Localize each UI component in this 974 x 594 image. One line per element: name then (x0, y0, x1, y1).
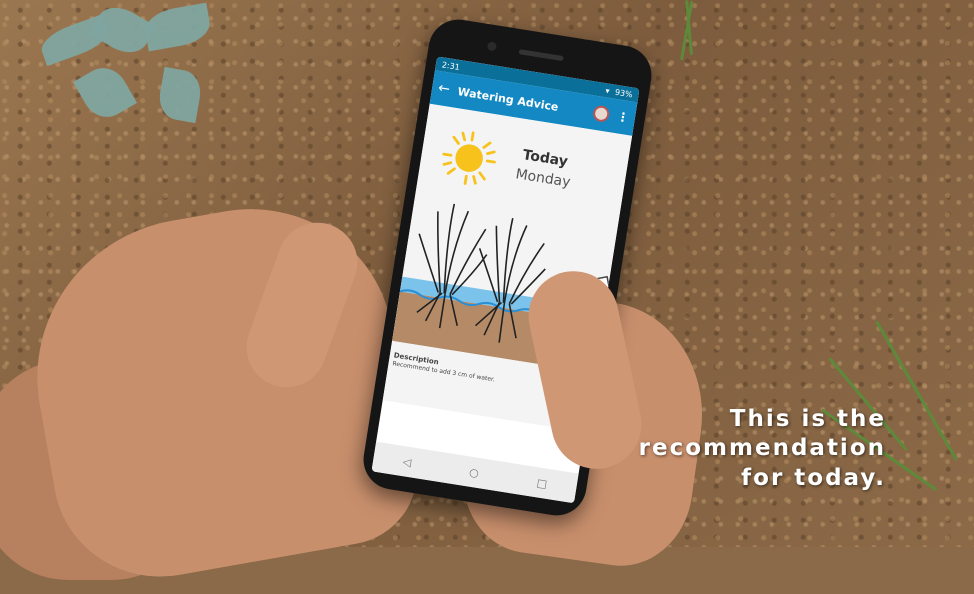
avatar[interactable] (592, 104, 611, 123)
battery-level: 93% (614, 87, 634, 99)
caption-line-3: for today. (741, 464, 886, 491)
status-time: 2:31 (441, 59, 461, 72)
caption-line-1: This is the (729, 406, 886, 432)
video-caption: This is the recommendation for today. (639, 405, 886, 493)
wifi-icon: ▾ (604, 85, 611, 96)
nav-home-button[interactable]: ○ (468, 465, 480, 479)
day-name: Monday (514, 166, 572, 191)
caption-line-2: recommendation (638, 435, 886, 462)
description-text: Recommend to add 3 cm of water. (391, 360, 496, 384)
earpiece-speaker (518, 49, 564, 62)
description: Description Recommend to add 3 cm of wat… (392, 351, 497, 384)
nav-back-button[interactable]: ◁ (402, 455, 412, 469)
more-vert-icon[interactable]: ⋮ (616, 109, 630, 125)
nav-recent-button[interactable]: □ (536, 476, 548, 490)
arrow-left-icon[interactable]: ← (437, 80, 451, 98)
front-camera (486, 41, 498, 52)
day-label: Today (521, 147, 569, 171)
sun-icon (442, 131, 496, 185)
